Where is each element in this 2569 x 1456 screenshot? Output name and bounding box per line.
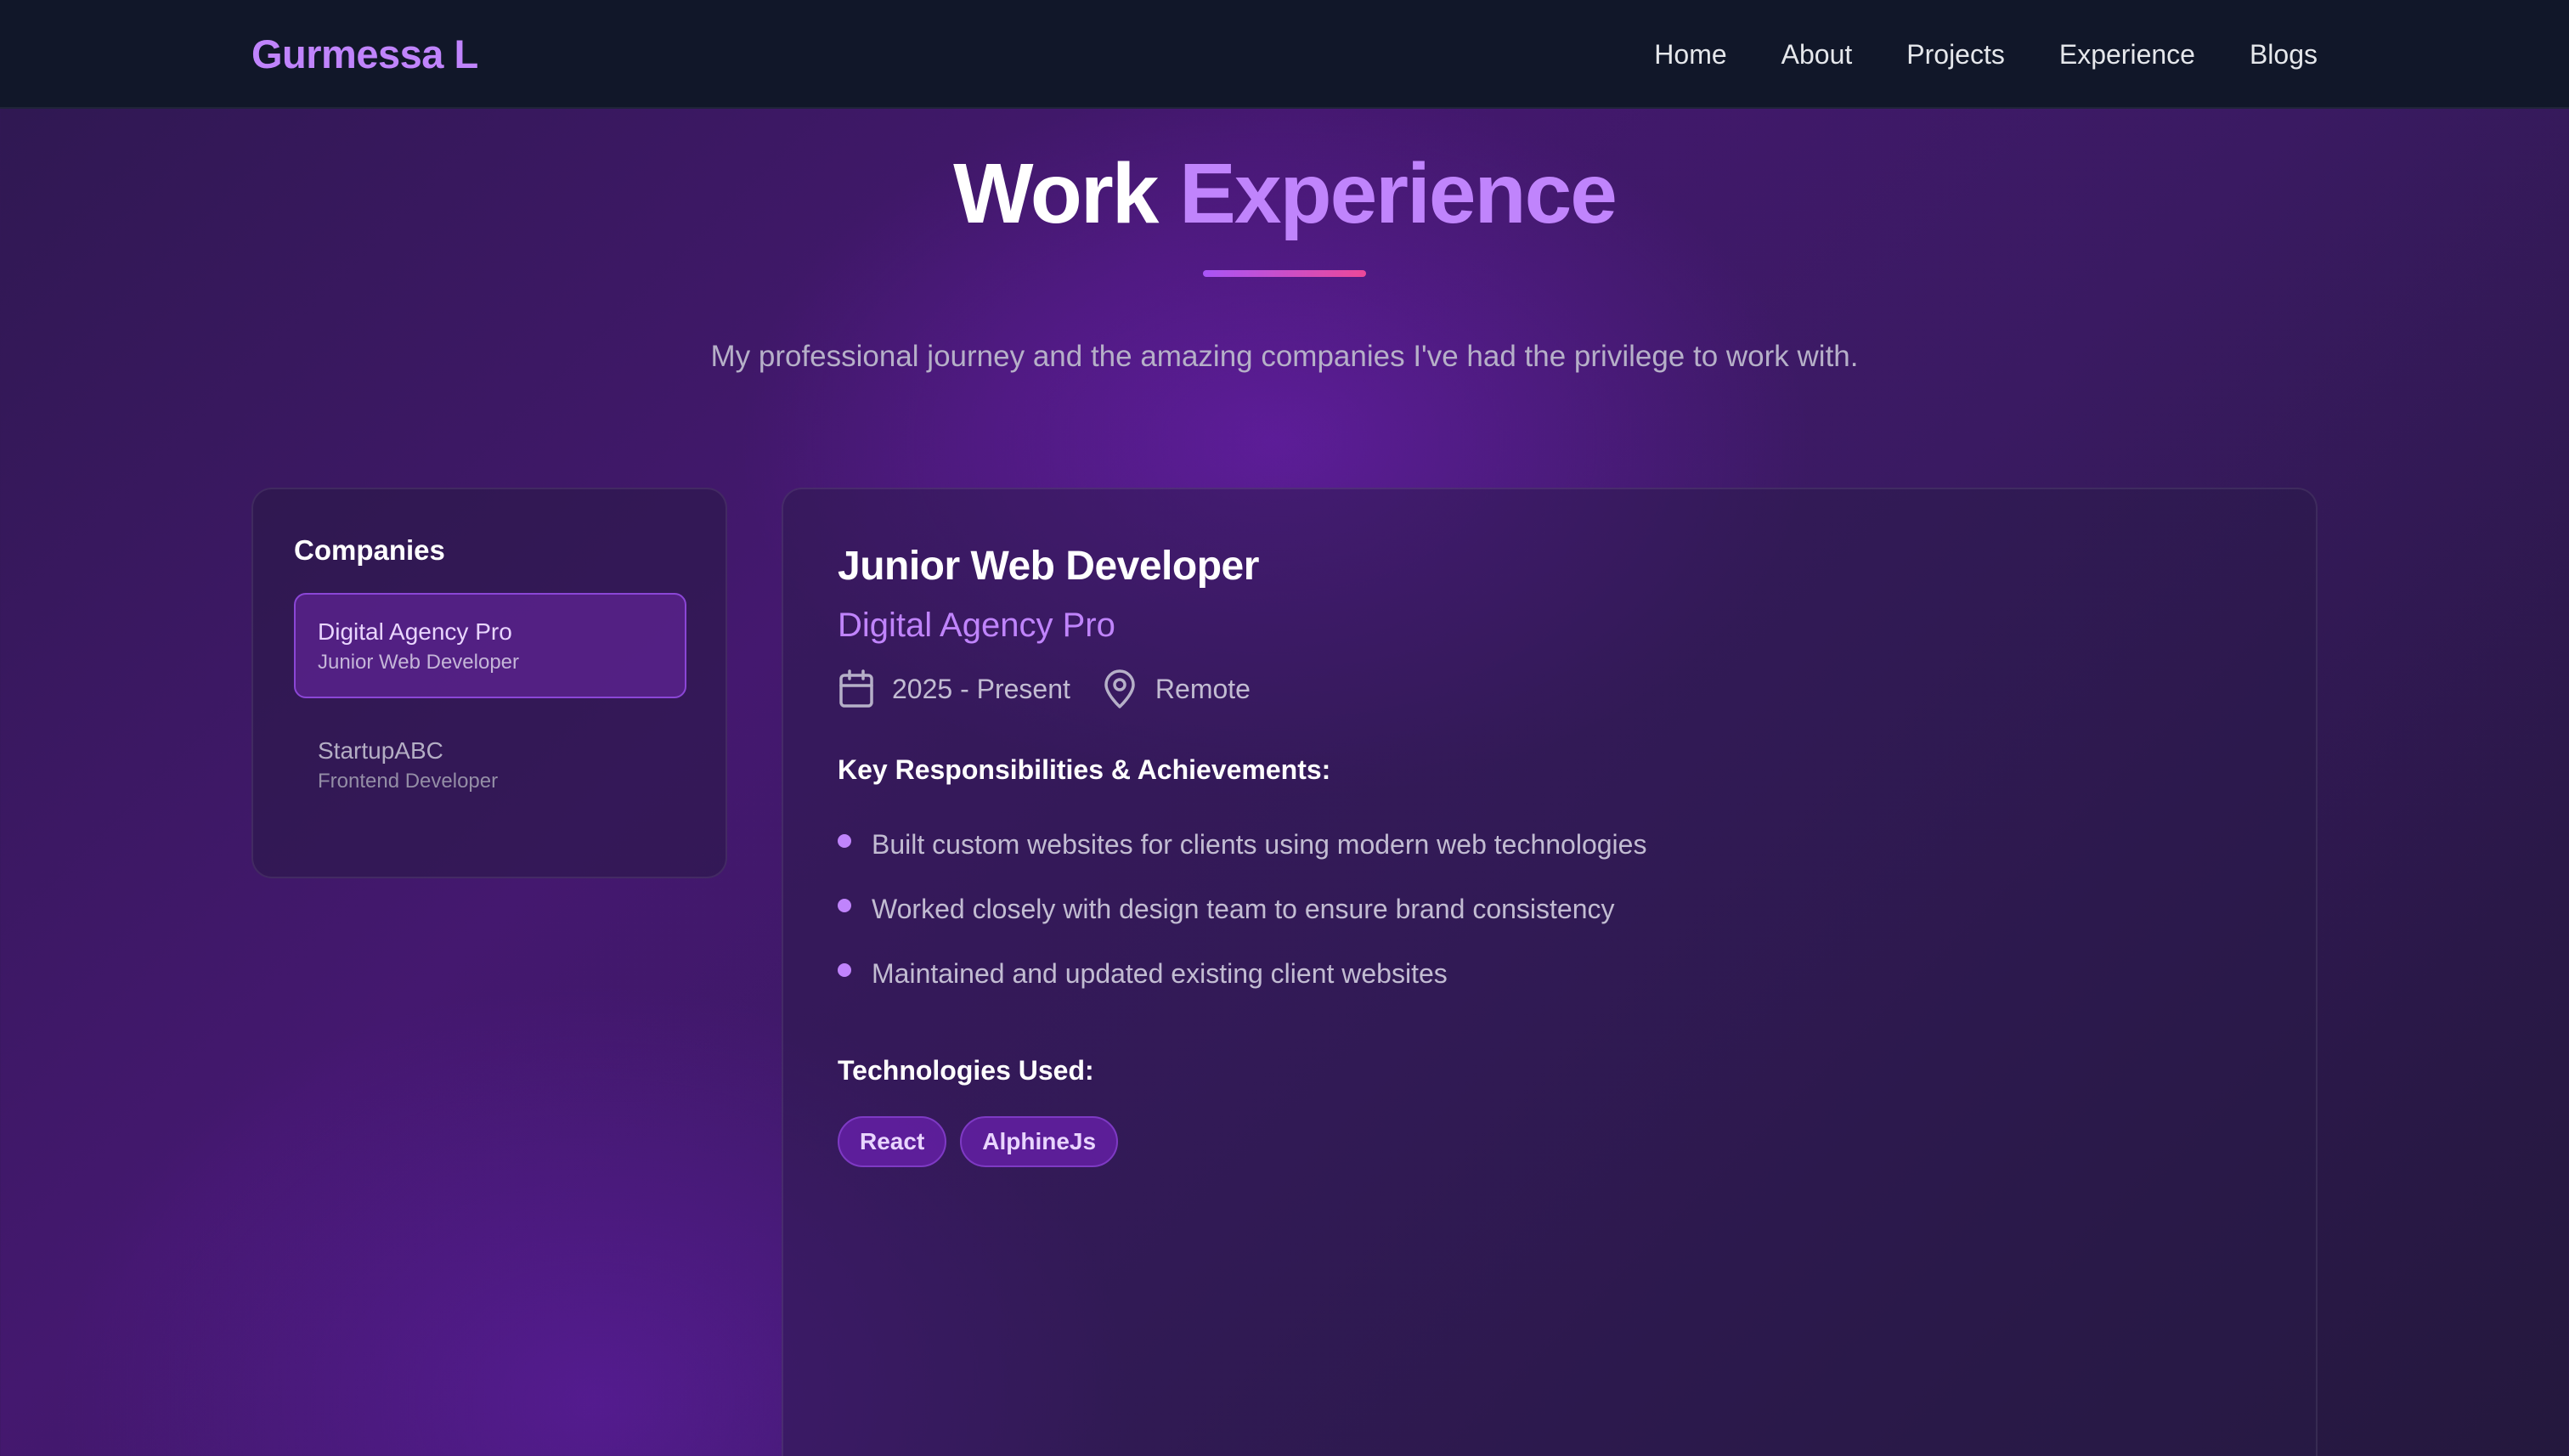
list-item: Worked closely with design team to ensur… <box>838 877 2261 941</box>
bullet-dot <box>838 899 851 912</box>
company-role: Junior Web Developer <box>318 651 520 674</box>
job-title: Junior Web Developer <box>838 544 1259 589</box>
responsibility-text: Built custom websites for clients using … <box>872 829 1647 860</box>
job-location: Remote <box>1101 669 1251 709</box>
nav-link-projects[interactable]: Projects <box>1906 34 2005 75</box>
page-title-word-2: Experience <box>1179 146 1618 241</box>
companies-title: Companies <box>294 534 445 566</box>
company-item-digital-agency-pro[interactable]: Digital Agency Pro Junior Web Developer <box>294 593 686 698</box>
company-name: Digital Agency Pro <box>318 618 512 645</box>
experience-detail-card: Junior Web Developer Digital Agency Pro … <box>782 488 2318 1456</box>
nav-link-home[interactable]: Home <box>1654 34 1726 75</box>
nav-links: Home About Projects Experience Blogs <box>1654 34 2318 75</box>
responsibility-text: Worked closely with design team to ensur… <box>872 894 1615 924</box>
companies-panel: Companies Digital Agency Pro Junior Web … <box>251 488 727 878</box>
page-title: Work Experience <box>0 141 2569 246</box>
bullet-dot <box>838 963 851 977</box>
page-subtitle: My professional journey and the amazing … <box>710 340 1859 373</box>
company-role: Frontend Developer <box>318 770 499 793</box>
technologies-heading: Technologies Used: <box>838 1055 1094 1086</box>
brand-logo[interactable]: Gurmessa L <box>251 29 478 80</box>
map-pin-icon <box>1101 669 1138 709</box>
title-underline <box>1203 270 1366 277</box>
tech-tag-alphinejs: AlphineJs <box>960 1116 1119 1167</box>
job-period-text: 2025 - Present <box>892 674 1070 704</box>
nav-link-about[interactable]: About <box>1781 34 1853 75</box>
job-location-text: Remote <box>1155 674 1251 704</box>
bullet-dot <box>838 834 851 848</box>
job-company: Digital Agency Pro <box>838 607 1115 644</box>
tech-tag-react: React <box>838 1116 947 1167</box>
responsibility-text: Maintained and updated existing client w… <box>872 958 1448 989</box>
company-item-startupabc[interactable]: StartupABC Frontend Developer <box>294 712 686 817</box>
top-navbar: Gurmessa L Home About Projects Experienc… <box>0 0 2569 109</box>
responsibilities-list: Built custom websites for clients using … <box>838 812 2261 1006</box>
nav-link-experience[interactable]: Experience <box>2059 34 2195 75</box>
calendar-icon <box>838 669 875 709</box>
nav-link-blogs[interactable]: Blogs <box>2250 34 2318 75</box>
page-title-word-1: Work <box>953 146 1159 241</box>
list-item: Built custom websites for clients using … <box>838 812 2261 877</box>
job-period: 2025 - Present <box>838 669 1070 709</box>
company-name: StartupABC <box>318 737 443 764</box>
responsibilities-heading: Key Responsibilities & Achievements: <box>838 754 1331 785</box>
job-meta: 2025 - Present Remote <box>838 666 2261 712</box>
list-item: Maintained and updated existing client w… <box>838 941 2261 1006</box>
technology-tags: React AlphineJs <box>838 1116 2261 1167</box>
